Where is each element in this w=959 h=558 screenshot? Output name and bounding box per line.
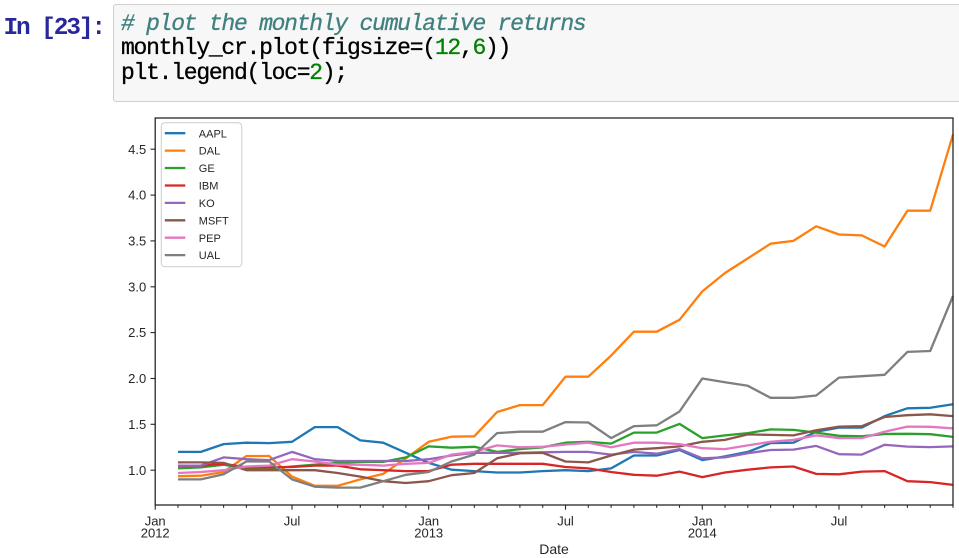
svg-text:Jul: Jul	[284, 513, 301, 528]
svg-text:2.0: 2.0	[128, 371, 146, 386]
svg-text:1.0: 1.0	[128, 463, 146, 478]
svg-text:2013: 2013	[414, 525, 443, 540]
svg-text:3.0: 3.0	[128, 279, 146, 294]
svg-text:GE: GE	[199, 163, 215, 175]
svg-text:UAL: UAL	[199, 250, 220, 262]
svg-text:Jul: Jul	[831, 513, 848, 528]
svg-text:Date: Date	[539, 541, 569, 557]
svg-text:KO: KO	[199, 198, 215, 210]
svg-text:Jul: Jul	[557, 513, 574, 528]
svg-text:4.0: 4.0	[128, 188, 146, 203]
svg-text:2014: 2014	[688, 525, 717, 540]
svg-text:4.5: 4.5	[128, 142, 146, 157]
svg-text:MSFT: MSFT	[199, 215, 229, 227]
svg-text:3.5: 3.5	[128, 234, 146, 249]
svg-text:IBM: IBM	[199, 181, 219, 193]
svg-text:AAPL: AAPL	[199, 128, 227, 140]
svg-text:1.5: 1.5	[128, 417, 146, 432]
svg-text:DAL: DAL	[199, 146, 220, 158]
svg-text:PEP: PEP	[199, 233, 221, 245]
svg-text:2012: 2012	[141, 525, 170, 540]
svg-text:2.5: 2.5	[128, 325, 146, 340]
